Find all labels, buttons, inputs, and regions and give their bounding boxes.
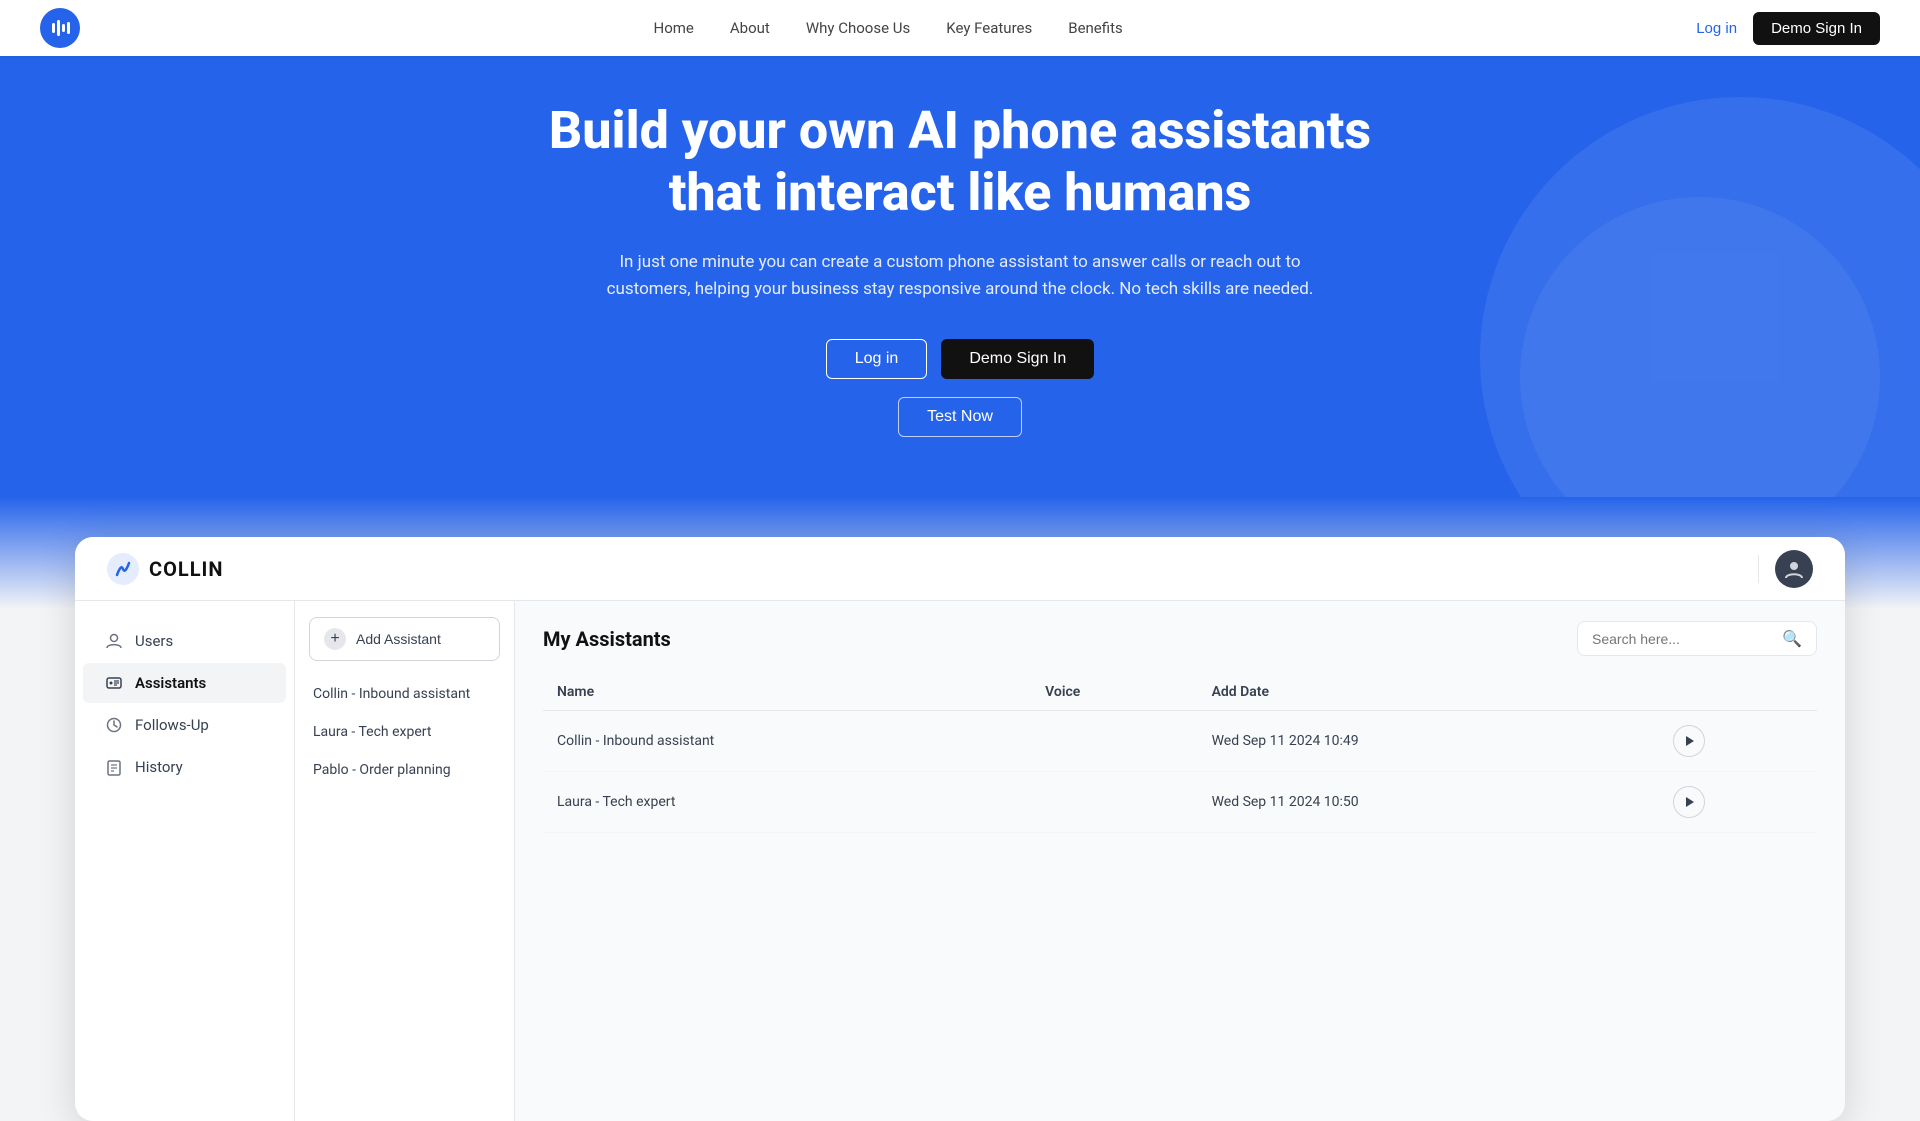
row2-name: Laura - Tech expert [543,772,1031,833]
nav-why[interactable]: Why Choose Us [806,19,910,37]
list-item-laura[interactable]: Laura - Tech expert [295,713,514,751]
plus-icon: + [324,628,346,650]
list-item-pablo[interactable]: Pablo - Order planning [295,751,514,789]
nav-login-button[interactable]: Log in [1696,20,1737,37]
col-date: Add Date [1198,674,1659,711]
hero-section: Build your own AI phone assistants that … [0,0,1920,497]
app-sidebar: Users Assistants [75,601,295,1121]
main-panel: My Assistants 🔍 Name Voice Add Date [515,601,1845,1121]
hero-login-button[interactable]: Log in [826,339,928,379]
nav-home[interactable]: Home [654,19,694,37]
nav-benefits[interactable]: Benefits [1068,19,1123,37]
middle-panel: + Add Assistant Collin - Inbound assista… [295,601,515,1121]
main-panel-title: My Assistants [543,627,671,651]
col-action [1659,674,1817,711]
app-logo-text: COLLIN [149,557,223,581]
row2-voice [1031,772,1197,833]
hero-test-button[interactable]: Test Now [898,397,1022,437]
app-nav: COLLIN [75,537,1845,601]
assistants-icon [105,674,123,692]
nav-divider [1758,555,1759,583]
hero-demo-button[interactable]: Demo Sign In [941,339,1094,379]
app-nav-right [1758,550,1813,588]
col-voice: Voice [1031,674,1197,711]
add-assistant-label: Add Assistant [356,631,441,647]
nav-about[interactable]: About [730,19,770,37]
col-name: Name [543,674,1031,711]
row1-date: Wed Sep 11 2024 10:49 [1198,711,1659,772]
app-window: COLLIN [75,537,1845,1121]
assistants-table: Name Voice Add Date Collin - Inbound ass… [543,674,1817,833]
logo-icon [40,8,80,48]
nav-features[interactable]: Key Features [946,19,1032,37]
add-assistant-button[interactable]: + Add Assistant [309,617,500,661]
section-below-hero: COLLIN [0,497,1920,1121]
nav-demo-button[interactable]: Demo Sign In [1753,12,1880,45]
list-item-collin[interactable]: Collin - Inbound assistant [295,675,514,713]
nav-links: Home About Why Choose Us Key Features Be… [654,19,1123,37]
history-icon [105,758,123,776]
sidebar-followsup-label: Follows-Up [135,716,209,734]
table-row: Collin - Inbound assistant Wed Sep 11 20… [543,711,1817,772]
hero-headline: Build your own AI phone assistants that … [510,100,1410,225]
search-input[interactable] [1592,631,1774,647]
row2-date: Wed Sep 11 2024 10:50 [1198,772,1659,833]
app-logo-icon [107,553,139,585]
user-icon [105,632,123,650]
nav-actions: Log in Demo Sign In [1696,12,1880,45]
table-row: Laura - Tech expert Wed Sep 11 2024 10:5… [543,772,1817,833]
sidebar-item-assistants[interactable]: Assistants [83,663,286,703]
sidebar-item-users[interactable]: Users [83,621,286,661]
sidebar-item-history[interactable]: History [83,747,286,787]
search-box[interactable]: 🔍 [1577,621,1817,656]
sidebar-users-label: Users [135,632,173,650]
app-logo: COLLIN [107,553,223,585]
app-body: Users Assistants [75,601,1845,1121]
followup-icon [105,716,123,734]
sidebar-item-followsup[interactable]: Follows-Up [83,705,286,745]
top-nav: Home About Why Choose Us Key Features Be… [0,0,1920,56]
play-button-1[interactable] [1673,725,1705,757]
sidebar-assistants-label: Assistants [135,674,206,692]
row1-play [1659,711,1817,772]
hero-subtext: In just one minute you can create a cust… [580,249,1340,303]
main-panel-header: My Assistants 🔍 [543,621,1817,656]
search-icon: 🔍 [1782,629,1802,648]
avatar[interactable] [1775,550,1813,588]
row1-voice [1031,711,1197,772]
row1-name: Collin - Inbound assistant [543,711,1031,772]
nav-logo [40,8,80,48]
sidebar-history-label: History [135,758,183,776]
row2-play [1659,772,1817,833]
play-button-2[interactable] [1673,786,1705,818]
